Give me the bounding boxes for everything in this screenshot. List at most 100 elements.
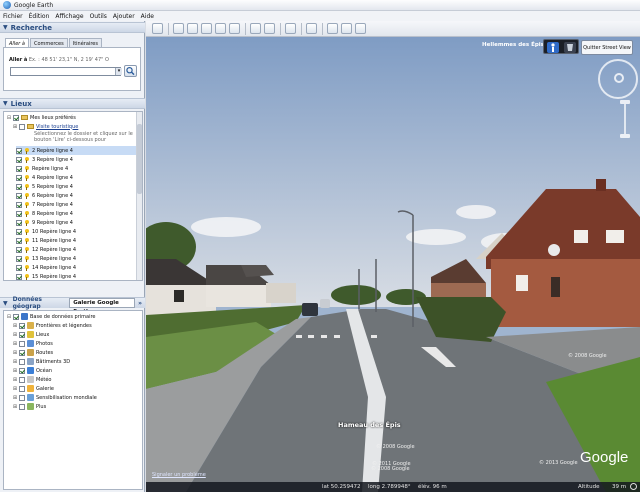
checkbox[interactable]: [19, 376, 25, 383]
layer-item[interactable]: ⊞ Sensibilisation mondiale: [12, 393, 97, 402]
street-view-mode-buttons[interactable]: [543, 39, 579, 54]
layer-item[interactable]: ⊞ Photos: [12, 339, 53, 348]
place-item[interactable]: 2 Repère ligne 4: [16, 146, 136, 155]
collapse-icon[interactable]: ⊟: [6, 115, 12, 121]
record-tour-icon[interactable]: [229, 23, 240, 34]
checkbox[interactable]: [16, 228, 22, 235]
scrollbar[interactable]: [136, 112, 142, 280]
checkbox[interactable]: [16, 246, 22, 253]
checkbox[interactable]: [16, 255, 22, 262]
place-item[interactable]: 7 Repère ligne 4: [16, 200, 73, 209]
pegman-icon[interactable]: [544, 40, 580, 55]
print-icon[interactable]: [341, 23, 352, 34]
checkbox[interactable]: [19, 394, 25, 401]
street-view[interactable]: Hellemmes des Épis Quitter Street View ©…: [146, 37, 640, 492]
checkbox[interactable]: [16, 183, 22, 190]
polygon-icon[interactable]: [187, 23, 198, 34]
place-item[interactable]: 11 Repère ligne 4: [16, 236, 76, 245]
expand-icon[interactable]: ⊞: [12, 350, 18, 356]
places-header[interactable]: ▼ Lieux: [0, 98, 145, 109]
place-item[interactable]: 8 Repère ligne 4: [16, 209, 73, 218]
menu-aide[interactable]: Aide: [138, 13, 157, 20]
place-item[interactable]: 14 Repère ligne 4: [16, 263, 76, 272]
layer-item[interactable]: ⊞ Océan: [12, 366, 52, 375]
checkbox[interactable]: [16, 147, 22, 154]
checkbox[interactable]: [16, 201, 22, 208]
menu-outils[interactable]: Outils: [87, 13, 110, 20]
place-item[interactable]: Repère ligne 4: [16, 164, 68, 173]
tree-row-my-places[interactable]: ⊟ Mes lieux préférés: [6, 113, 76, 122]
expand-icon[interactable]: ⊞: [12, 359, 18, 365]
expand-icon[interactable]: ⊞: [12, 404, 18, 410]
sidebar-toggle-icon[interactable]: [152, 23, 163, 34]
menu-fichier[interactable]: Fichier: [0, 13, 26, 20]
menu-ajouter[interactable]: Ajouter: [110, 13, 138, 20]
checkbox[interactable]: [16, 165, 22, 172]
checkbox[interactable]: [19, 331, 25, 338]
checkbox[interactable]: [13, 313, 19, 320]
search-button[interactable]: [124, 65, 137, 77]
checkbox[interactable]: [13, 114, 19, 121]
layer-item[interactable]: ⊞ Bâtiments 3D: [12, 357, 70, 366]
menu-edition[interactable]: Édition: [26, 13, 53, 20]
look-joystick-icon[interactable]: [614, 73, 624, 83]
collapse-triangle-icon[interactable]: ▼: [3, 100, 8, 107]
expand-icon[interactable]: ⊞: [12, 332, 18, 338]
exit-street-view-button[interactable]: Quitter Street View: [581, 40, 633, 55]
place-item[interactable]: 12 Repère ligne 4: [16, 245, 76, 254]
place-item[interactable]: 15 Repère ligne 4: [16, 272, 76, 280]
collapse-triangle-icon[interactable]: ▼: [3, 24, 8, 31]
ruler-icon[interactable]: [306, 23, 317, 34]
tree-row-primary-db[interactable]: ⊟ Base de données primaire: [6, 312, 96, 321]
checkbox[interactable]: [16, 264, 22, 271]
place-item[interactable]: 9 Repère ligne 4: [16, 218, 73, 227]
checkbox[interactable]: [16, 237, 22, 244]
expand-icon[interactable]: ⊞: [12, 386, 18, 392]
checkbox[interactable]: [19, 123, 25, 130]
email-icon[interactable]: [327, 23, 338, 34]
chevron-down-icon[interactable]: ▾: [115, 68, 122, 75]
scroll-thumb[interactable]: [137, 124, 142, 194]
search-input[interactable]: [10, 67, 121, 76]
checkbox[interactable]: [16, 210, 22, 217]
expand-icon[interactable]: ⊞: [12, 124, 18, 130]
layer-item[interactable]: ⊞ Routes: [12, 348, 53, 357]
layer-item[interactable]: ⊞ Lieux: [12, 330, 49, 339]
expand-icon[interactable]: ⊞: [12, 323, 18, 329]
place-item[interactable]: 10 Repère ligne 4: [16, 227, 76, 236]
expand-icon[interactable]: ⊞: [12, 341, 18, 347]
checkbox[interactable]: [19, 403, 25, 410]
place-item[interactable]: 3 Repère ligne 4: [16, 155, 73, 164]
overlay-icon[interactable]: [215, 23, 226, 34]
checkbox[interactable]: [19, 340, 25, 347]
place-item[interactable]: 13 Repère ligne 4: [16, 254, 76, 263]
more-icon[interactable]: »: [135, 300, 145, 307]
checkbox[interactable]: [16, 192, 22, 199]
planet-switch-icon[interactable]: [285, 23, 296, 34]
collapse-triangle-icon[interactable]: ▼: [3, 300, 8, 307]
sunlight-icon[interactable]: [264, 23, 275, 34]
place-item[interactable]: 4 Repère ligne 4: [16, 173, 73, 182]
checkbox[interactable]: [19, 358, 25, 365]
view-in-maps-icon[interactable]: [355, 23, 366, 34]
menu-affichage[interactable]: Affichage: [52, 13, 86, 20]
tab-layers[interactable]: Données géograp: [10, 296, 70, 310]
zoom-out-icon[interactable]: [620, 134, 630, 138]
layer-item[interactable]: ⊞ Plus: [12, 402, 46, 411]
historical-imagery-icon[interactable]: [250, 23, 261, 34]
path-icon[interactable]: [201, 23, 212, 34]
checkbox[interactable]: [16, 219, 22, 226]
checkbox[interactable]: [16, 156, 22, 163]
checkbox[interactable]: [19, 367, 25, 374]
checkbox[interactable]: [16, 273, 22, 280]
checkbox[interactable]: [19, 385, 25, 392]
layer-item[interactable]: ⊞ Météo: [12, 375, 52, 384]
checkbox[interactable]: [16, 174, 22, 181]
place-item[interactable]: 5 Repère ligne 4: [16, 182, 73, 191]
collapse-icon[interactable]: ⊟: [6, 314, 12, 320]
search-header[interactable]: ▼ Recherche: [0, 22, 145, 33]
expand-icon[interactable]: ⊞: [12, 368, 18, 374]
tab-gallery[interactable]: Galerie Google Earth: [69, 298, 136, 315]
layer-item[interactable]: ⊞ Frontières et légendes: [12, 321, 92, 330]
layer-item[interactable]: ⊞ Galerie: [12, 384, 54, 393]
